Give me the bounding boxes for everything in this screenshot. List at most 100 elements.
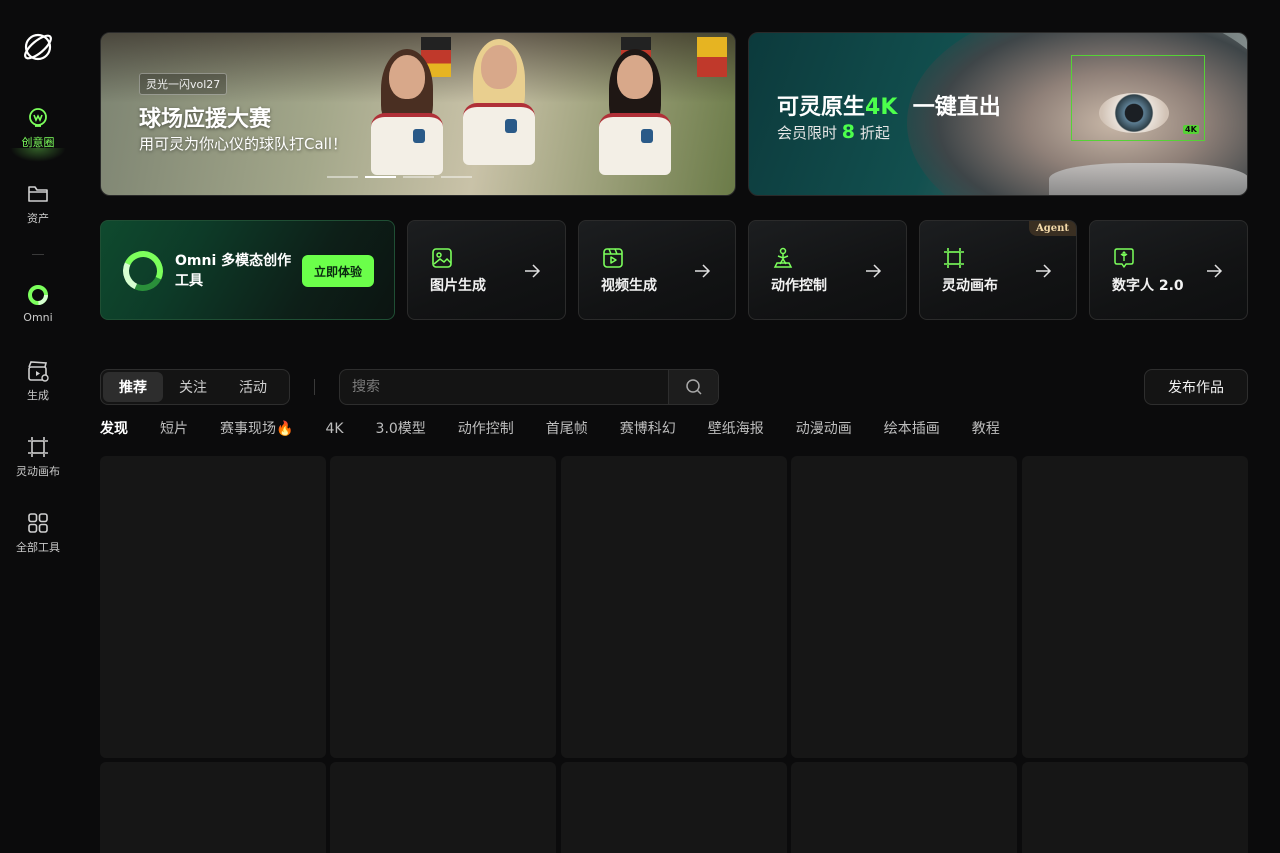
folder-icon xyxy=(28,186,48,202)
content-card-placeholder[interactable] xyxy=(1022,456,1248,758)
content-card-placeholder[interactable] xyxy=(330,456,556,758)
segment-tab[interactable]: 关注 xyxy=(163,372,223,402)
content-card-placeholder[interactable] xyxy=(561,762,787,853)
canvas-frame-icon xyxy=(28,437,48,457)
category-tab[interactable]: 首尾帧 xyxy=(546,419,588,439)
app-root: 创意圈 资产 Omni 生成 灵动画布 全部工具 灵光一闪vol27 球场应援大… xyxy=(0,0,1280,853)
title-part: 一键直出 xyxy=(912,95,1001,120)
sidebar-item-omni[interactable]: Omni xyxy=(0,283,76,343)
banner-subtitle: 用可灵为你心仪的球队打Call！ xyxy=(139,135,348,153)
player-figure xyxy=(363,49,451,195)
tool-card-digital-human[interactable]: 数字人 2.0 xyxy=(1089,220,1248,320)
image-icon xyxy=(432,248,452,268)
subtitle-part: 折起 xyxy=(859,124,890,142)
sidebar-item-label: 资产 xyxy=(27,212,49,225)
omni-ring-icon xyxy=(117,245,169,297)
creative-circle-icon xyxy=(29,108,47,127)
player-figure xyxy=(591,49,679,195)
category-tab[interactable]: 动漫动画 xyxy=(796,419,852,439)
carousel-dot[interactable] xyxy=(403,176,434,178)
carousel-dot[interactable] xyxy=(365,176,396,178)
sidebar: 创意圈 资产 Omni 生成 灵动画布 全部工具 xyxy=(0,0,76,853)
arrow-right-icon xyxy=(1036,264,1052,278)
try-now-button[interactable]: 立即体验 xyxy=(302,255,374,287)
search-input[interactable] xyxy=(340,370,670,404)
sidebar-item-label: Omni xyxy=(23,311,53,324)
digital-human-icon xyxy=(1114,248,1134,268)
sidebar-item-assets[interactable]: 资产 xyxy=(0,182,76,242)
flag-decoration xyxy=(697,37,727,77)
category-tab[interactable]: 动作控制 xyxy=(458,419,514,439)
category-tab[interactable]: 4K xyxy=(325,419,343,439)
banner-tag: 灵光一闪vol27 xyxy=(139,73,228,95)
segment-tab[interactable]: 活动 xyxy=(223,372,283,402)
title-highlight: 4K xyxy=(865,95,898,120)
feed-segment-control: 推荐 关注 活动 xyxy=(100,369,290,405)
content-card-placeholder[interactable] xyxy=(100,762,326,853)
4k-badge: 4K xyxy=(1183,125,1199,134)
omni-ring-icon xyxy=(28,285,48,305)
tool-card-image-generation[interactable]: 图片生成 xyxy=(407,220,566,320)
category-tab[interactable]: 教程 xyxy=(972,419,1000,439)
omni-tool-label: Omni 多模态创作工具 xyxy=(175,253,292,289)
content-card-placeholder[interactable] xyxy=(791,456,1017,758)
banner-title: 球场应援大赛 xyxy=(139,107,272,132)
category-tab[interactable]: 壁纸海报 xyxy=(708,419,764,439)
content-card-placeholder[interactable] xyxy=(330,762,556,853)
title-part: 可灵原生 xyxy=(777,95,866,120)
active-glow xyxy=(10,148,66,162)
content-card-placeholder[interactable] xyxy=(561,456,787,758)
arrow-right-icon xyxy=(1207,264,1223,278)
arrow-right-icon xyxy=(695,264,711,278)
banner-subtitle: 会员限时 8 折起 xyxy=(777,121,890,143)
app-logo-icon[interactable] xyxy=(21,30,55,64)
sidebar-divider xyxy=(32,254,44,255)
content-card-placeholder[interactable] xyxy=(100,456,326,758)
tool-card-label: 视频生成 xyxy=(601,278,657,294)
video-icon xyxy=(603,248,623,268)
grid-icon xyxy=(28,513,48,533)
category-tab[interactable]: 赛事现场🔥 xyxy=(220,419,293,439)
banner-cheer-contest[interactable]: 灵光一闪vol27 球场应援大赛 用可灵为你心仪的球队打Call！ xyxy=(100,32,736,196)
search-bar xyxy=(339,369,719,405)
carousel-dot[interactable] xyxy=(441,176,472,178)
category-tab[interactable]: 绘本插画 xyxy=(884,419,940,439)
tool-card-dynamic-canvas[interactable]: 灵动画布 Agent xyxy=(919,220,1077,320)
arrow-right-icon xyxy=(525,264,541,278)
carousel-dot[interactable] xyxy=(327,176,358,178)
publish-work-button[interactable]: 发布作品 xyxy=(1144,369,1248,405)
content-card-placeholder[interactable] xyxy=(1022,762,1248,853)
tool-card-label: 灵动画布 xyxy=(942,278,998,294)
discount-number: 8 xyxy=(841,121,856,143)
tool-card-video-generation[interactable]: 视频生成 xyxy=(578,220,736,320)
sidebar-item-canvas[interactable]: 灵动画布 xyxy=(0,435,76,495)
category-tabs: 发现 短片 赛事现场🔥 4K 3.0模型 动作控制 首尾帧 赛博科幻 壁纸海报 动漫动画 绘本插画 教… xyxy=(100,419,1000,439)
category-tab[interactable]: 发现 xyxy=(100,419,128,439)
motion-figure-icon xyxy=(773,247,793,268)
search-button[interactable] xyxy=(668,370,718,404)
clapperboard-icon xyxy=(28,361,49,382)
banner-title: 可灵原生4K 一键直出 xyxy=(777,89,1001,121)
tool-card-motion-control[interactable]: 动作控制 xyxy=(748,220,907,320)
sidebar-item-label: 灵动画布 xyxy=(16,465,60,478)
player-figure xyxy=(455,39,543,195)
sidebar-item-label: 生成 xyxy=(27,389,49,402)
subtitle-part: 会员限时 xyxy=(777,124,838,142)
agent-badge: Agent xyxy=(1028,221,1076,236)
banner-4k-promo[interactable]: 4K 可灵原生4K 一键直出 会员限时 8 折起 xyxy=(748,32,1248,196)
segment-tab[interactable]: 推荐 xyxy=(103,372,163,402)
sidebar-item-label: 全部工具 xyxy=(16,541,60,554)
carousel-dots xyxy=(327,176,472,178)
content-card-placeholder[interactable] xyxy=(791,762,1017,853)
arrow-right-icon xyxy=(866,264,882,278)
tool-card-label: 数字人 2.0 xyxy=(1112,278,1184,294)
sidebar-item-generate[interactable]: 生成 xyxy=(0,359,76,419)
canvas-frame-icon xyxy=(944,248,964,268)
tool-card-label: 动作控制 xyxy=(771,278,827,294)
omni-tool-card[interactable]: Omni 多模态创作工具 立即体验 xyxy=(100,220,395,320)
category-tab[interactable]: 3.0模型 xyxy=(376,419,426,439)
category-tab[interactable]: 短片 xyxy=(160,419,188,439)
sidebar-item-all-tools[interactable]: 全部工具 xyxy=(0,511,76,571)
filter-divider xyxy=(314,379,315,395)
category-tab[interactable]: 赛博科幻 xyxy=(620,419,676,439)
